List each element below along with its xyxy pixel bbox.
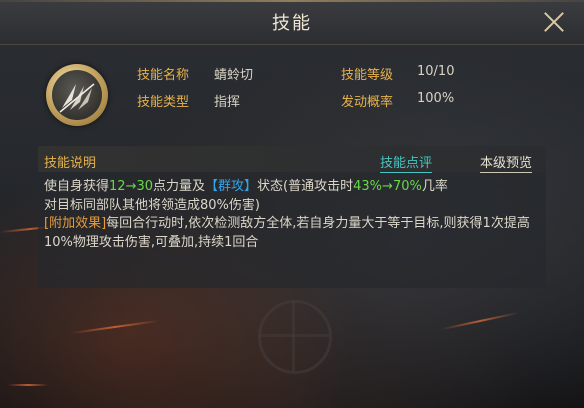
skill-name-label: 技能名称 <box>137 68 190 83</box>
extra-effect-tag: [附加效果] <box>44 216 107 231</box>
desc-text: 点力量及 <box>153 179 206 194</box>
ember-streak <box>440 311 520 331</box>
panel-header <box>38 146 546 172</box>
ember-streak <box>70 319 160 335</box>
extra-effect-text: 每回合行动时,依次检测敌方全体,若自身力量大于等于目标,则获得1次提高10%物理… <box>44 216 530 250</box>
skill-level-value: 10/10 <box>417 64 455 79</box>
description-text: 使自身获得12→30点力量及【群攻】状态(普通攻击时43%→70%几率 对目标同… <box>44 178 542 252</box>
title-bar: 技能 <box>0 0 584 45</box>
spear-slash-icon <box>52 70 102 120</box>
skill-type-value: 指挥 <box>214 95 241 110</box>
desc-text: 使自身获得 <box>44 179 110 194</box>
group-attack-tag: 【群攻】 <box>205 179 258 194</box>
skill-icon-frame <box>46 64 108 126</box>
close-icon[interactable] <box>542 10 566 34</box>
level-preview-link[interactable]: 本级预览 <box>480 152 533 173</box>
desc-text: 状态(普通攻击时 <box>257 179 354 194</box>
background-wheel <box>258 300 332 374</box>
desc-value: 70% <box>392 179 422 194</box>
trigger-rate-value: 100% <box>417 91 455 106</box>
desc-text: 对目标同部队其他将领造成80%伤害) <box>44 197 260 213</box>
dialog-title: 技能 <box>272 13 312 34</box>
desc-arrow: → <box>382 179 393 194</box>
trigger-rate-label: 发动概率 <box>341 95 394 110</box>
skill-type-label: 技能类型 <box>137 95 190 110</box>
skill-description-panel: 技能说明 技能点评 本级预览 使自身获得12→30点力量及【群攻】状态(普通攻击… <box>38 146 546 288</box>
desc-value: 12 <box>109 179 126 194</box>
description-title: 技能说明 <box>44 156 97 171</box>
skill-review-link[interactable]: 技能点评 <box>380 152 433 173</box>
desc-text: 几率 <box>421 179 448 194</box>
desc-value: 30 <box>136 179 154 194</box>
desc-arrow: → <box>125 179 137 194</box>
ember-streak <box>8 384 48 386</box>
skill-name-value: 蜻蛉切 <box>214 68 254 83</box>
skill-dialog: 技能 技能名称 蜻蛉切 技能类型 指挥 技能等级 10/10 发动概率 100%… <box>0 0 584 408</box>
desc-value: 43% <box>353 179 383 194</box>
skill-level-label: 技能等级 <box>341 68 394 83</box>
